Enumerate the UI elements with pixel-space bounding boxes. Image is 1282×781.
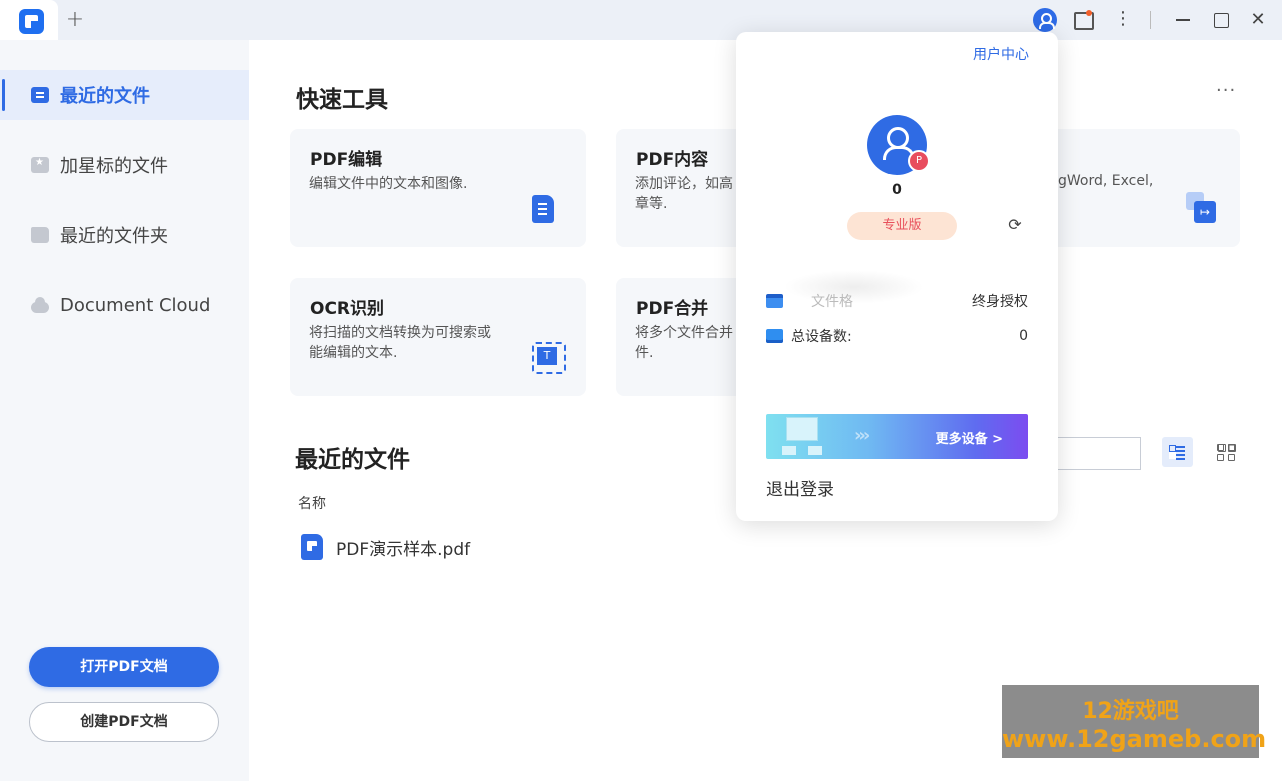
close-button[interactable]: ✕ <box>1246 8 1270 32</box>
grid-cell <box>1217 454 1224 461</box>
edition-badge: 专业版 <box>847 212 957 240</box>
sidebar-item-label: Document Cloud <box>60 294 211 316</box>
tool-card-desc: 添加评论，如高 章等. <box>635 176 733 212</box>
tool-card-ocr[interactable]: OCR识别 将扫描的文档转换为可搜索或 能编辑的文本. <box>290 278 586 396</box>
minimize-button[interactable] <box>1171 8 1195 32</box>
refresh-icon[interactable]: ⟳ <box>1006 216 1024 234</box>
grid-view-icon[interactable] <box>1212 437 1243 467</box>
new-tab-button[interactable]: + <box>64 8 86 32</box>
tool-card-desc: 将扫描的文档转换为可搜索或 能编辑的文本. <box>309 325 491 361</box>
more-options-icon[interactable]: ··· <box>1216 80 1236 101</box>
titlebar-separator <box>1150 11 1151 29</box>
user-avatar-icon[interactable] <box>1033 8 1057 32</box>
sidebar-item-label: 加星标的文件 <box>60 156 168 177</box>
sidebar-item-recent-files[interactable]: 最近的文件 <box>0 70 249 120</box>
create-pdf-button[interactable]: 创建PDF文档 <box>29 702 219 742</box>
tool-card-title: PDF内容 <box>636 150 709 170</box>
watermark: 12游戏吧 www.12gameb.com <box>1002 685 1267 758</box>
logout-button[interactable]: 退出登录 <box>766 475 834 500</box>
file-row[interactable]: PDF演示样本.pdf <box>298 530 470 564</box>
sidebar-item-label: 最近的文件夹 <box>60 226 168 247</box>
more-devices-banner[interactable]: ››› 更多设备 > <box>766 414 1028 459</box>
tool-card-desc-partial: gWord, Excel, <box>1058 173 1154 189</box>
grid-cell <box>1217 444 1224 451</box>
search-input[interactable] <box>1050 437 1141 470</box>
banner-label: 更多设备 > <box>935 432 1003 447</box>
sidebar-item-recent-folders[interactable]: 最近的文件夹 <box>0 210 249 260</box>
tool-card-title: PDF合并 <box>636 299 709 319</box>
devices-illustration <box>780 414 840 459</box>
devices-label: 总设备数: <box>791 329 852 345</box>
column-header-name[interactable]: 名称 <box>298 493 326 513</box>
quick-tools-title: 快速工具 <box>296 87 388 113</box>
devices-value: 0 <box>1019 328 1028 344</box>
maximize-button[interactable] <box>1209 8 1233 32</box>
app-logo-icon <box>19 9 44 34</box>
pdf-file-icon <box>301 534 323 560</box>
more-menu-icon[interactable]: ⋮ <box>1111 8 1135 32</box>
license-label: 文件格 <box>811 294 853 310</box>
grid-cell <box>1228 444 1235 451</box>
ocr-scan-icon <box>528 338 566 374</box>
tool-card-desc: 将多个文件合并 件. <box>635 325 733 361</box>
title-bar: + ⋮ ✕ <box>0 0 1282 40</box>
app-tab[interactable] <box>0 0 58 40</box>
premium-badge-icon: P <box>908 150 930 172</box>
account-popup: 用户中心 P 0 专业版 ⟳ 文件格 终身授权 总设备数: 0 ››› 更多设备… <box>736 32 1058 521</box>
tool-card-title: PDF编辑 <box>310 150 383 170</box>
tool-card-pdf-edit[interactable]: PDF编辑 编辑文件中的文本和图像. <box>290 129 586 247</box>
sidebar-item-starred-files[interactable]: 加星标的文件 <box>0 140 249 190</box>
devices-row: 总设备数: 0 <box>766 324 1028 348</box>
pdf-edit-icon <box>530 193 566 229</box>
sidebar-item-document-cloud[interactable]: Document Cloud <box>0 280 249 330</box>
user-center-link[interactable]: 用户中心 <box>973 44 1029 64</box>
license-value: 终身授权 <box>972 294 1028 310</box>
calendar-icon <box>766 294 783 308</box>
cloud-icon <box>31 296 49 313</box>
chevrons-icon: ››› <box>854 425 870 446</box>
tool-card-desc: 编辑文件中的文本和图像. <box>309 176 468 192</box>
monitor-icon <box>766 329 783 343</box>
notification-dot <box>1086 10 1092 16</box>
watermark-line2: www.12gameb.com <box>1002 725 1267 753</box>
file-name: PDF演示样本.pdf <box>336 539 471 560</box>
watermark-line1: 12游戏吧 <box>1082 699 1179 724</box>
user-count: 0 <box>892 182 902 198</box>
recent-files-title: 最近的文件 <box>295 447 410 473</box>
star-file-icon <box>31 157 49 173</box>
open-pdf-button[interactable]: 打开PDF文档 <box>29 647 219 687</box>
sidebar-item-label: 最近的文件 <box>60 86 150 107</box>
grid-cell <box>1228 454 1235 461</box>
folder-icon <box>31 227 49 243</box>
document-icon <box>31 87 49 103</box>
tool-card-title: OCR识别 <box>310 299 385 319</box>
list-view-icon[interactable] <box>1162 437 1193 467</box>
license-row: 文件格 终身授权 <box>766 289 1028 313</box>
convert-icon <box>1186 192 1222 228</box>
